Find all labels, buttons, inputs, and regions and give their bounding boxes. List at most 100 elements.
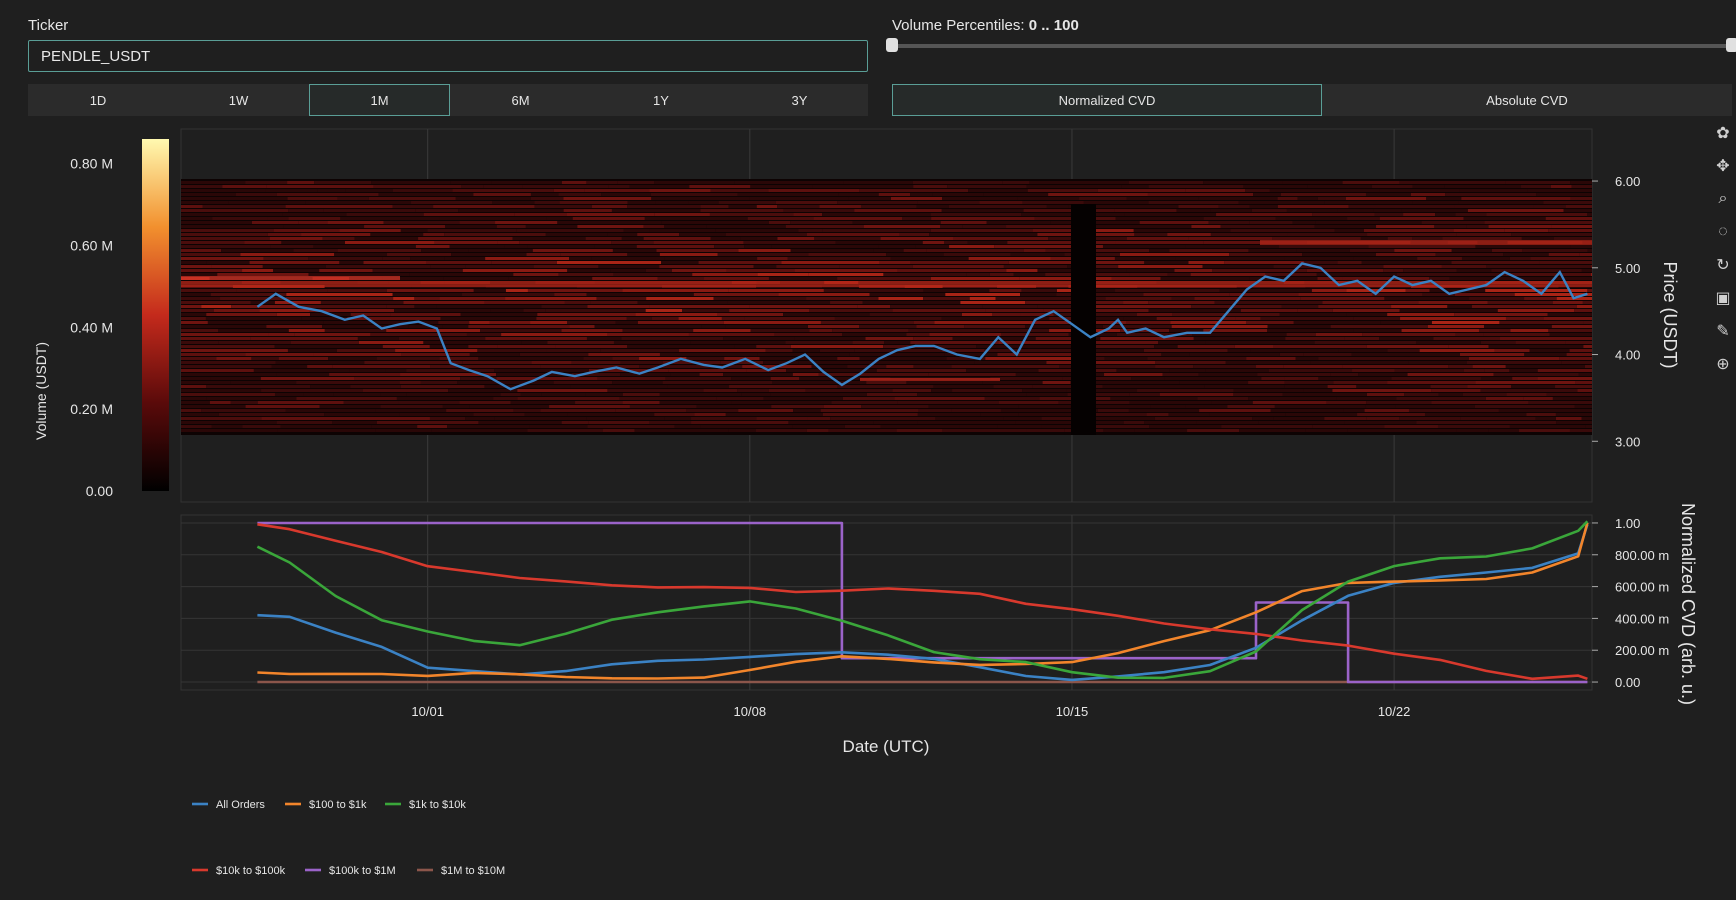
heatmap-cell (1546, 393, 1592, 396)
heatmap-cell (700, 209, 784, 212)
heatmap-cell (1569, 429, 1592, 432)
heatmap-cell (651, 197, 750, 200)
heatmap-cell (1574, 309, 1592, 312)
heatmap-cell (257, 401, 344, 404)
heatmap-cell (771, 405, 824, 408)
heatmap-cell (1337, 209, 1374, 212)
heatmap-cell (1456, 429, 1489, 432)
heatmap-cell (1170, 321, 1247, 324)
heatmap-cell (364, 225, 446, 228)
heatmap-cell (611, 241, 654, 244)
heatmap-cell (478, 357, 584, 360)
heatmap-cell (547, 341, 614, 344)
heatmap-cell (916, 325, 965, 328)
heatmap-cell (698, 261, 782, 264)
heatmap-cell (181, 185, 223, 188)
legend-item-1m-to-10m[interactable]: $1M to $10M (417, 865, 505, 877)
heatmap-cell (382, 257, 411, 260)
legend-item-100-to-1k[interactable]: $100 to $1k (285, 799, 367, 811)
heatmap-cell (1547, 313, 1592, 316)
heatmap-cell (504, 245, 528, 248)
colorbar-ticks: 0.00 0.20 M 0.40 M 0.60 M 0.80 M (70, 156, 113, 499)
heatmap-cell (634, 429, 729, 432)
heatmap-cell (1401, 209, 1468, 212)
heatmap-cell (516, 229, 624, 232)
heatmap-cell (1403, 213, 1436, 216)
legend-item-1k-to-10k[interactable]: $1k to $10k (385, 799, 466, 811)
heatmap-cell (1275, 217, 1348, 220)
heatmap-cell (594, 245, 637, 248)
heatmap-cell (1431, 321, 1500, 324)
heatmap-cell (439, 297, 506, 300)
heatmap-cell (716, 397, 764, 400)
heatmap-cell (396, 397, 494, 400)
heatmap-cell (1227, 349, 1251, 352)
heatmap-cell (1284, 385, 1328, 388)
heatmap-cell (409, 273, 514, 276)
heatmap-cell (513, 273, 559, 276)
heatmap-cell (1590, 273, 1592, 276)
heatmap-cell (505, 289, 528, 292)
heatmap-cell (649, 421, 692, 424)
heatmap-cell (1526, 413, 1556, 416)
heatmap-cell (431, 429, 528, 432)
heatmap-cell (1318, 305, 1392, 308)
heatmap-cell (1368, 245, 1476, 248)
heatmap-cell (894, 397, 985, 400)
heatmap-cell (1583, 345, 1592, 348)
heatmap-cell (1387, 349, 1420, 352)
heatmap-cell (1248, 397, 1337, 400)
heatmap-cell (525, 225, 578, 228)
heatmap-cell (969, 297, 996, 300)
heatmap-cell (1352, 369, 1395, 372)
heatmap-cell (597, 377, 666, 380)
heatmap-cell (1487, 301, 1553, 304)
heatmap-cell (1144, 261, 1189, 264)
heatmap-cell (1143, 349, 1228, 352)
heatmap-cell (1100, 337, 1194, 340)
heatmap-cell (753, 265, 777, 268)
heatmap-cell (785, 225, 864, 228)
heatmap-cell (458, 209, 564, 212)
heatmap-cell (1126, 321, 1171, 324)
heatmap-cell (933, 385, 994, 388)
heatmap-cell (612, 357, 640, 360)
heatmap-cell (442, 405, 470, 408)
heatmap-cell (1174, 269, 1213, 272)
legend-item-100k-to-1m[interactable]: $100k to $1M (305, 865, 396, 877)
heatmap-cell (1089, 353, 1162, 356)
heatmap-cell (212, 217, 268, 220)
heatmap-cell (451, 253, 527, 256)
heatmap-cell (906, 333, 930, 336)
legend-item-all-orders[interactable]: All Orders (192, 799, 265, 811)
heatmap-cell (585, 393, 623, 396)
heatmap-cell (1114, 209, 1177, 212)
heatmap-cell (1431, 389, 1481, 392)
heatmap-cell (794, 269, 898, 272)
heatmap-cell (807, 417, 831, 420)
heatmap-cell (1137, 313, 1173, 316)
heatmap-cell (1116, 369, 1170, 372)
heatmap-cell (181, 197, 288, 200)
heatmap-cell (627, 345, 735, 348)
heatmap-cell (583, 357, 613, 360)
heatmap-cell (985, 357, 1081, 360)
heatmap-cell (380, 393, 407, 396)
legend-label: $100 to $1k (309, 799, 367, 811)
heatmap-cell (729, 385, 838, 388)
heatmap-cell (508, 277, 593, 280)
heatmap-cell (608, 185, 630, 188)
heatmap-cell (700, 425, 793, 428)
heatmap-cell (336, 349, 396, 352)
heatmap-cell (1297, 309, 1333, 312)
heatmap-cell (512, 237, 586, 240)
heatmap-cell (1360, 237, 1388, 240)
legend-item-10k-to-100k[interactable]: $10k to $100k (192, 865, 286, 877)
heatmap-cell (1169, 329, 1204, 332)
heatmap-cell (637, 301, 728, 304)
heatmap-cell (792, 425, 845, 428)
heatmap-cell (1494, 349, 1530, 352)
heatmap-cell (546, 349, 601, 352)
heatmap-cell (805, 389, 893, 392)
colorbar-title: Volume (USDT) (33, 342, 49, 440)
